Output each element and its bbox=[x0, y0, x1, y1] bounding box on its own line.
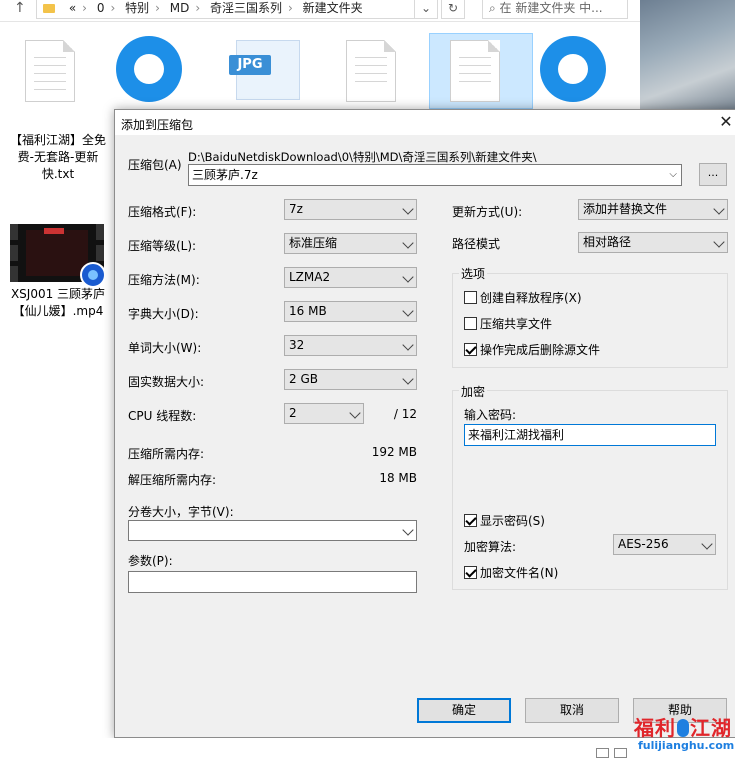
details-view-icon[interactable] bbox=[596, 748, 609, 758]
shared-checkbox[interactable]: 压缩共享文件 bbox=[464, 315, 552, 332]
browser-file-icon[interactable] bbox=[116, 36, 182, 102]
breadcrumb-item[interactable]: « bbox=[65, 1, 80, 15]
params-input[interactable] bbox=[128, 571, 417, 593]
dialog-title: 添加到压缩包 bbox=[121, 118, 194, 132]
threads-total: / 12 bbox=[393, 407, 417, 421]
selected-file-highlight[interactable] bbox=[429, 33, 533, 109]
enc-method-select[interactable]: AES-256 bbox=[613, 534, 716, 555]
path-mode-label: 路径模式 bbox=[452, 237, 501, 251]
breadcrumb-item[interactable]: 0 bbox=[93, 1, 109, 15]
archive-name-combo[interactable]: 三顾茅庐.7z ⌵ bbox=[188, 164, 682, 186]
large-icons-view-icon[interactable] bbox=[614, 748, 627, 758]
path-mode-select[interactable]: 相对路径 bbox=[578, 232, 728, 253]
mem-decomp-label: 解压缩所需内存: bbox=[128, 473, 217, 487]
folder-icon bbox=[43, 4, 55, 13]
watermark-url: fulijianghu.com bbox=[638, 739, 735, 752]
encryption-title: 加密 bbox=[459, 383, 488, 400]
archive-path: D:\BaiduNetdiskDownload\0\特别\MD\奇淫三国系列\新… bbox=[188, 150, 537, 164]
close-icon[interactable]: ✕ bbox=[717, 113, 735, 131]
address-dropdown-icon[interactable]: ⌄ bbox=[414, 0, 438, 19]
chevron-down-icon[interactable]: ⌵ bbox=[669, 165, 677, 185]
show-password-checkbox[interactable]: 显示密码(S) bbox=[464, 512, 545, 529]
desktop-wallpaper bbox=[640, 0, 735, 110]
params-label: 参数(P): bbox=[128, 554, 173, 568]
text-file-icon[interactable] bbox=[25, 40, 75, 102]
word-label: 单词大小(W): bbox=[128, 341, 202, 355]
breadcrumb-item[interactable]: 新建文件夹 bbox=[299, 1, 367, 15]
volume-select[interactable] bbox=[128, 520, 417, 541]
method-select[interactable]: LZMA2 bbox=[284, 267, 417, 288]
refresh-icon[interactable]: ↻ bbox=[441, 0, 465, 19]
delete-source-checkbox[interactable]: 操作完成后删除源文件 bbox=[464, 341, 600, 358]
search-icon: ⌕ bbox=[489, 1, 500, 15]
format-select[interactable]: 7z bbox=[284, 199, 417, 220]
breadcrumb-item[interactable]: 特别 bbox=[121, 1, 153, 15]
cancel-button[interactable]: 取消 bbox=[525, 698, 619, 723]
update-select[interactable]: 添加并替换文件 bbox=[578, 199, 728, 220]
site-watermark: 福利 江湖 fulijianghu.com bbox=[628, 712, 735, 760]
mem-comp-label: 压缩所需内存: bbox=[128, 447, 205, 461]
password-label: 输入密码: bbox=[464, 408, 517, 422]
password-input[interactable]: 来福利江湖找福利 bbox=[464, 424, 716, 446]
file-label-txt[interactable]: 【福利江湖】全免费-无套路-更新快.txt bbox=[8, 132, 108, 183]
level-select[interactable]: 标准压缩 bbox=[284, 233, 417, 254]
threads-select[interactable]: 2 bbox=[284, 403, 364, 424]
mouse-icon bbox=[677, 719, 689, 737]
solid-select[interactable]: 2 GB bbox=[284, 369, 417, 390]
text-file-icon bbox=[450, 40, 500, 102]
image-file-icon[interactable]: JPG bbox=[229, 40, 300, 100]
method-label: 压缩方法(M): bbox=[128, 273, 200, 287]
dialog-titlebar[interactable]: 添加到压缩包 ✕ bbox=[115, 110, 735, 135]
dict-select[interactable]: 16 MB bbox=[284, 301, 417, 322]
browser-file-icon[interactable] bbox=[540, 36, 606, 102]
format-label: 压缩格式(F): bbox=[128, 205, 197, 219]
text-file-icon[interactable] bbox=[346, 40, 396, 102]
word-select[interactable]: 32 bbox=[284, 335, 417, 356]
jpg-badge: JPG bbox=[229, 55, 271, 75]
enc-method-label: 加密算法: bbox=[464, 540, 517, 554]
sfx-checkbox[interactable]: 创建自释放程序(X) bbox=[464, 289, 582, 306]
up-arrow-icon[interactable]: ↑ bbox=[14, 0, 26, 16]
solid-label: 固实数据大小: bbox=[128, 375, 205, 389]
level-label: 压缩等级(L): bbox=[128, 239, 197, 253]
search-input[interactable]: ⌕ 在 新建文件夹 中... bbox=[482, 0, 628, 19]
breadcrumb-item[interactable]: MD bbox=[166, 1, 194, 15]
options-title: 选项 bbox=[459, 265, 488, 282]
archive-label: 压缩包(A) bbox=[128, 158, 182, 172]
watermark-logo: 福利 江湖 bbox=[634, 716, 732, 740]
file-label-mp4[interactable]: XSJ001 三顾茅庐【仙儿媛】.mp4 bbox=[8, 286, 108, 320]
encrypt-names-checkbox[interactable]: 加密文件名(N) bbox=[464, 564, 558, 581]
add-to-archive-dialog: 添加到压缩包 ✕ 压缩包(A) D:\BaiduNetdiskDownload\… bbox=[114, 109, 735, 738]
mem-comp-value: 192 MB bbox=[371, 445, 417, 459]
video-player-icon bbox=[80, 262, 106, 288]
mem-decomp-value: 18 MB bbox=[379, 471, 417, 485]
dict-label: 字典大小(D): bbox=[128, 307, 199, 321]
ok-button[interactable]: 确定 bbox=[417, 698, 511, 723]
address-bar[interactable]: «› 0 › 特别 › MD › 奇淫三国系列 › 新建文件夹 bbox=[36, 0, 436, 19]
threads-label: CPU 线程数: bbox=[128, 409, 197, 423]
update-label: 更新方式(U): bbox=[452, 205, 523, 219]
volume-label: 分卷大小，字节(V): bbox=[128, 505, 234, 519]
browse-button[interactable]: ... bbox=[699, 163, 727, 186]
breadcrumb-item[interactable]: 奇淫三国系列 bbox=[206, 1, 286, 15]
